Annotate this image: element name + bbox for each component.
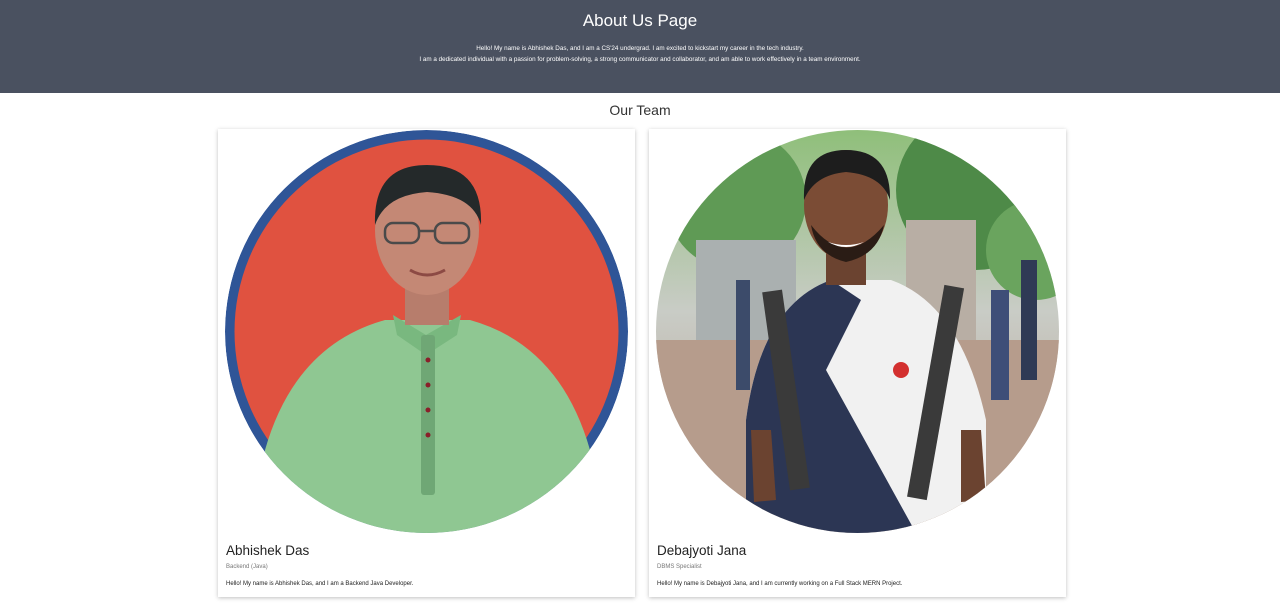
member-role: Backend (Java) bbox=[226, 564, 268, 570]
member-name: Debajyoti Jana bbox=[657, 543, 747, 558]
member-role: DBMS Specialist bbox=[657, 564, 702, 570]
page-header: About Us Page Hello! My name is Abhishek… bbox=[0, 0, 1280, 93]
member-photo bbox=[225, 130, 628, 533]
member-bio: Hello! My name is Abhishek Das, and I am… bbox=[226, 581, 414, 587]
member-photo bbox=[656, 130, 1059, 533]
team-member-card: Debajyoti Jana DBMS Specialist Hello! My… bbox=[649, 129, 1066, 597]
member-bio: Hello! My name is Debajyoti Jana, and I … bbox=[657, 581, 903, 587]
team-member-card: Abhishek Das Backend (Java) Hello! My na… bbox=[218, 129, 635, 597]
member-name: Abhishek Das bbox=[226, 543, 310, 558]
page-title: About Us Page bbox=[582, 11, 698, 30]
intro-text-line-2: I am a dedicated individual with a passi… bbox=[419, 56, 861, 63]
intro-text-line-1: Hello! My name is Abhishek Das, and I am… bbox=[476, 45, 804, 52]
team-heading: Our Team bbox=[609, 102, 671, 118]
